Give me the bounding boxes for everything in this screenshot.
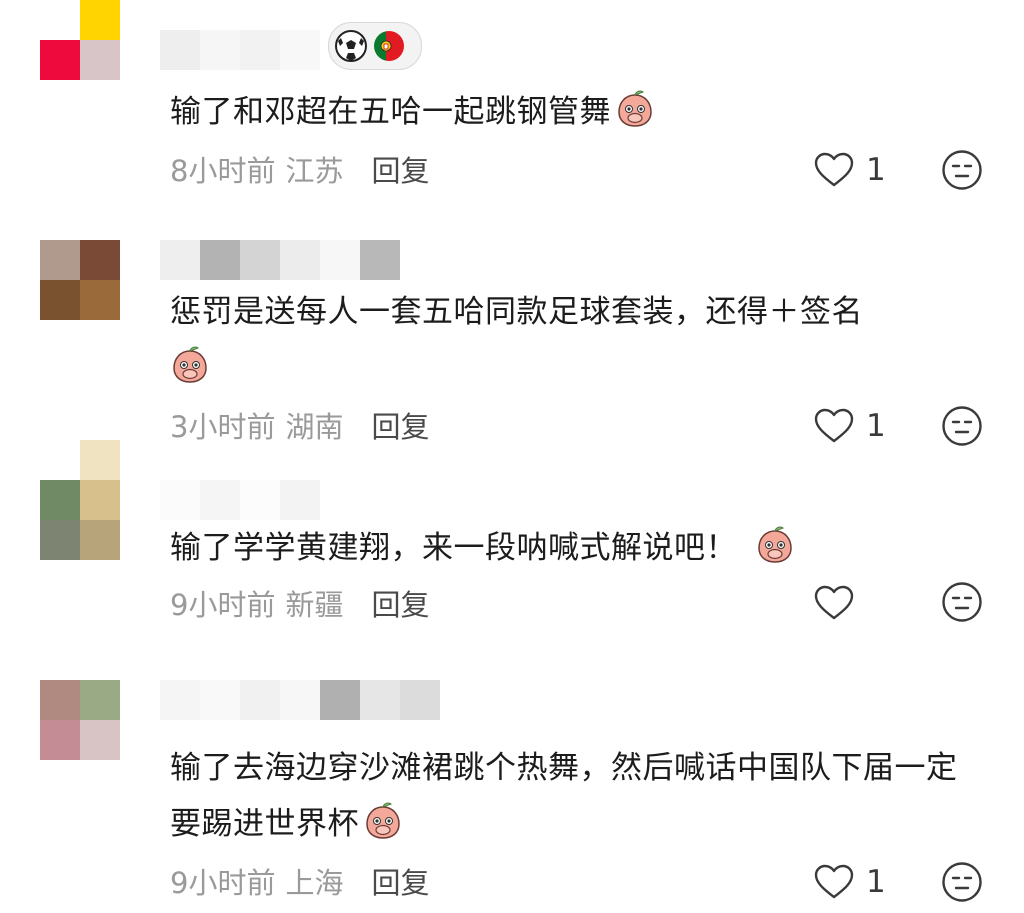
like-count: 1 xyxy=(866,864,886,900)
username[interactable] xyxy=(160,680,440,720)
peach-cover-mouth-emoji-icon xyxy=(366,802,400,839)
unamused-face-icon[interactable] xyxy=(941,861,983,903)
comment-meta: 9小时前 上海 回复 xyxy=(170,860,429,902)
reply-button[interactable]: 回复 xyxy=(371,866,429,900)
comment-item: 输了去海边穿沙滩裙跳个热舞，然后喊话中国队下届一定要踢进世界杯 9小时前 上海 回复… xyxy=(0,0,1024,913)
like-button[interactable]: 1 xyxy=(814,862,886,902)
comment-time: 9小时前 xyxy=(170,866,276,900)
avatar[interactable] xyxy=(40,680,120,760)
heart-outline-icon xyxy=(814,864,854,899)
comment-location: 上海 xyxy=(285,866,344,900)
comment-text: 输了去海边穿沙滩裙跳个热舞，然后喊话中国队下届一定要踢进世界杯 xyxy=(170,740,980,852)
comment-text-content: 输了去海边穿沙滩裙跳个热舞，然后喊话中国队下届一定要踢进世界杯 xyxy=(170,750,958,842)
